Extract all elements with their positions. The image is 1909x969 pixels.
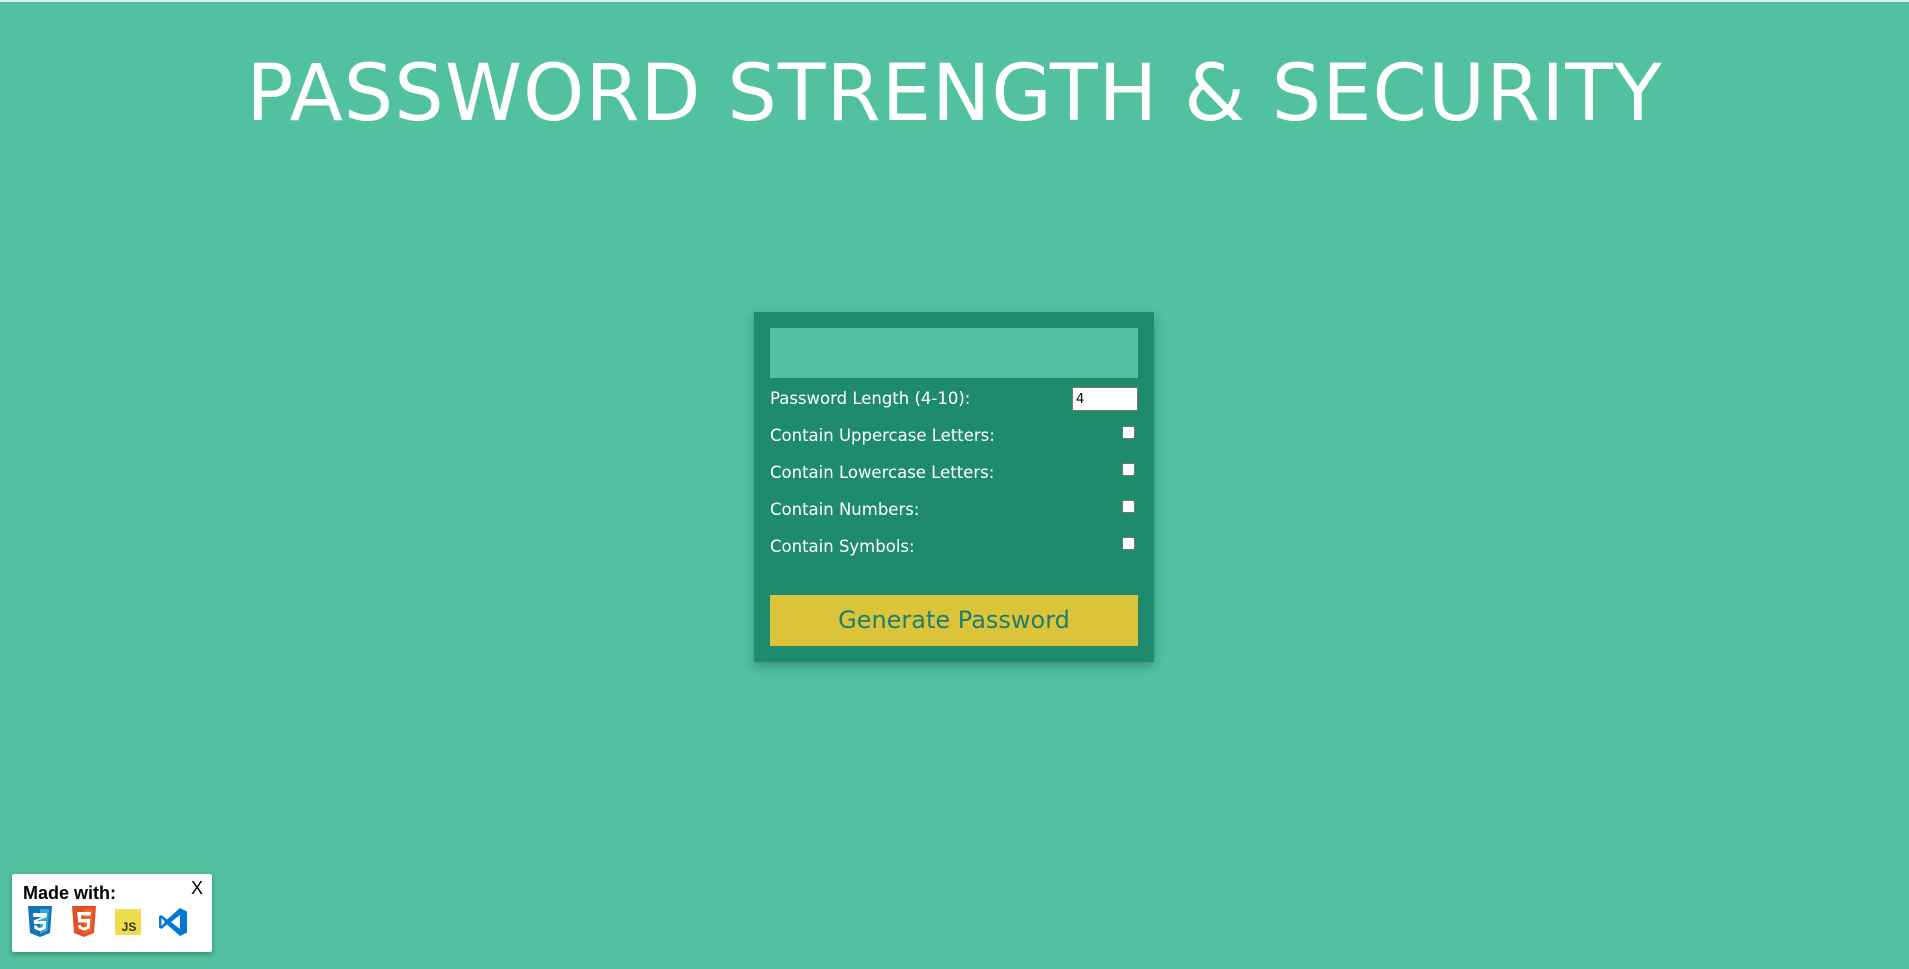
page-title: PASSWORD STRENGTH & SECURITY	[246, 49, 1663, 139]
made-with-label: Made with:	[23, 883, 116, 903]
length-input[interactable]	[1072, 387, 1138, 411]
password-result-field[interactable]	[770, 328, 1138, 378]
made-with-badge: Made with: X JS	[12, 874, 212, 952]
uppercase-checkbox[interactable]	[1122, 426, 1135, 439]
lowercase-checkbox[interactable]	[1122, 463, 1135, 476]
length-label: Password Length (4-10):	[770, 389, 971, 408]
js-icon: JS	[114, 906, 144, 938]
numbers-checkbox[interactable]	[1122, 500, 1135, 513]
generate-password-button[interactable]: Generate Password	[770, 595, 1138, 646]
lowercase-label: Contain Lowercase Letters:	[770, 463, 995, 482]
symbols-label: Contain Symbols:	[770, 537, 915, 556]
close-icon[interactable]: X	[191, 878, 203, 899]
option-row-uppercase: Contain Uppercase Letters:	[770, 421, 1138, 449]
uppercase-label: Contain Uppercase Letters:	[770, 426, 995, 445]
top-border	[0, 0, 1909, 2]
option-row-lowercase: Contain Lowercase Letters:	[770, 458, 1138, 486]
length-row: Password Length (4-10):	[770, 384, 1138, 412]
password-generator-card: Password Length (4-10): Contain Uppercas…	[754, 312, 1154, 662]
option-row-numbers: Contain Numbers:	[770, 495, 1138, 523]
symbols-checkbox[interactable]	[1122, 537, 1135, 550]
css3-icon	[26, 906, 56, 938]
js-icon-text: JS	[122, 920, 137, 934]
option-row-symbols: Contain Symbols:	[770, 532, 1138, 560]
numbers-label: Contain Numbers:	[770, 500, 920, 519]
html5-icon	[70, 906, 100, 938]
vscode-icon	[158, 906, 188, 938]
